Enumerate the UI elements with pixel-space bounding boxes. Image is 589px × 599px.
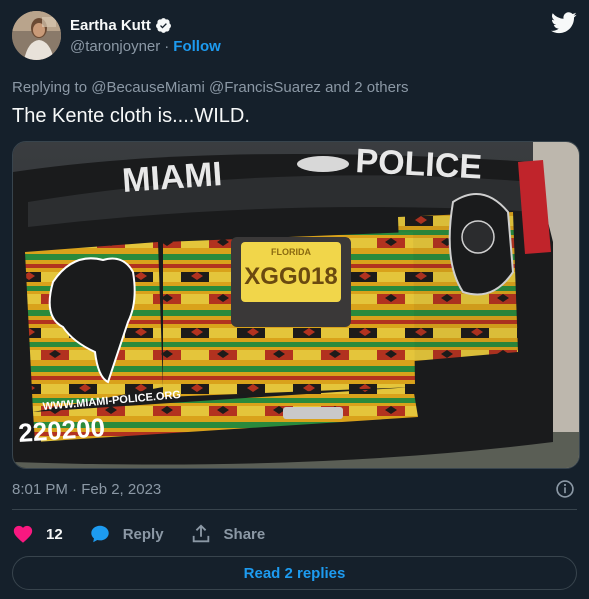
tweet-text: The Kente cloth is....WILD. bbox=[12, 105, 250, 127]
like-count: 12 bbox=[46, 525, 63, 543]
display-name-row: Eartha Kutt bbox=[70, 15, 221, 35]
plate-state: FLORIDA bbox=[271, 247, 311, 257]
car-lettering-miami: MIAMI bbox=[121, 155, 224, 200]
police-car-photo: FLORIDA XGG018 MIAMI POLICE WWW.MIAMI-PO… bbox=[13, 142, 579, 468]
action-bar: 12 Reply Share bbox=[12, 521, 291, 547]
avatar[interactable] bbox=[12, 11, 61, 60]
share-button[interactable]: Share bbox=[190, 523, 266, 545]
display-name[interactable]: Eartha Kutt bbox=[70, 17, 151, 34]
tweet-media[interactable]: FLORIDA XGG018 MIAMI POLICE WWW.MIAMI-PO… bbox=[12, 141, 580, 469]
car-lettering-police: POLICE bbox=[355, 142, 483, 187]
tweet-header: Eartha Kutt @taronjoyner · Follow bbox=[12, 10, 577, 62]
heart-icon bbox=[13, 525, 33, 543]
separator-dot: · bbox=[164, 38, 170, 55]
car-unit-number: 220200 bbox=[17, 412, 106, 448]
plate-number: XGG018 bbox=[244, 263, 337, 290]
reply-label: Reply bbox=[122, 525, 164, 543]
twitter-bird-icon[interactable] bbox=[551, 12, 577, 34]
share-label: Share bbox=[223, 525, 266, 543]
verified-badge-icon bbox=[155, 17, 171, 33]
share-arrow-icon bbox=[192, 524, 209, 543]
handle[interactable]: @taronjoyner bbox=[70, 38, 160, 55]
author-block: Eartha Kutt @taronjoyner · Follow bbox=[70, 15, 221, 58]
speech-bubble-icon bbox=[90, 525, 109, 543]
divider bbox=[12, 509, 577, 510]
like-button[interactable]: 12 bbox=[12, 523, 63, 545]
avatar-image bbox=[12, 11, 61, 60]
read-replies-button[interactable]: Read 2 replies bbox=[12, 556, 577, 590]
handle-row: @taronjoyner · Follow bbox=[70, 38, 221, 58]
tweet-timestamp[interactable]: 8:01 PM · Feb 2, 2023 bbox=[12, 481, 161, 498]
info-icon[interactable] bbox=[555, 479, 575, 499]
follow-button[interactable]: Follow bbox=[173, 38, 221, 55]
tweet-card: Eartha Kutt @taronjoyner · Follow Replying… bbox=[0, 0, 589, 599]
reply-button[interactable]: Reply bbox=[89, 523, 164, 545]
reply-context: Replying to @BecauseMiami @FrancisSuarez… bbox=[12, 79, 409, 96]
